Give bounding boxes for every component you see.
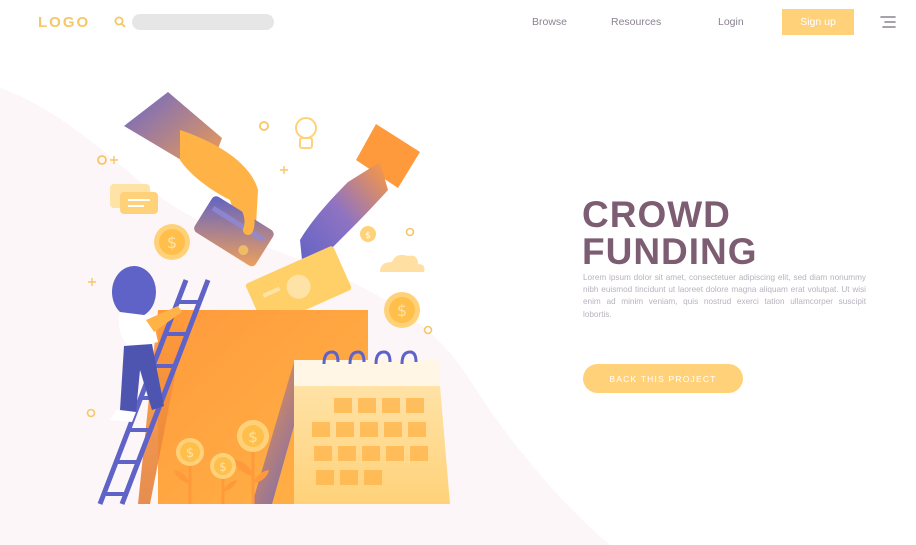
search-input[interactable] [132,14,274,30]
top-navigation-bar: LOGO Browse Resources Login Sign up [0,0,916,44]
nav-link-resources[interactable]: Resources [611,16,661,28]
nav-link-browse[interactable]: Browse [532,16,567,28]
svg-text:$: $ [397,301,407,320]
logo[interactable]: LOGO [38,14,90,31]
hero-title-line-1: CROWD [582,194,731,235]
back-this-project-button[interactable]: BACK THIS PROJECT [583,364,743,393]
svg-text:$: $ [186,446,194,461]
hamburger-menu-icon[interactable] [880,14,896,30]
hero-title: CROWD FUNDING [582,196,758,270]
hero-description: Lorem ipsum dolor sit amet, consectetuer… [583,273,866,319]
hero-title-line-2: FUNDING [582,231,758,272]
svg-text:$: $ [365,231,371,241]
svg-text:$: $ [219,460,227,474]
nav-link-login[interactable]: Login [718,16,744,28]
svg-text:$: $ [248,428,258,446]
crowdfunding-illustration: $ $ $ $ $ $ [86,92,450,505]
search-icon[interactable] [113,15,127,29]
svg-text:$: $ [167,233,177,252]
signup-button[interactable]: Sign up [782,9,854,35]
